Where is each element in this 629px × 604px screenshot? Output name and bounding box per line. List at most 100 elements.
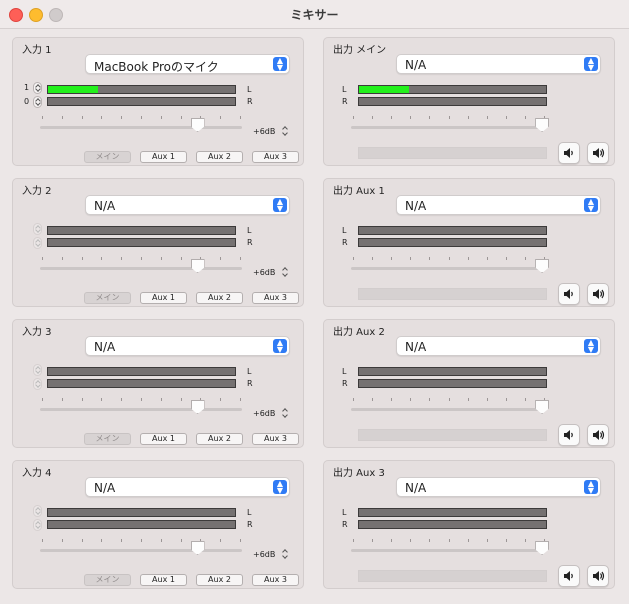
slider-tick [141, 539, 142, 542]
select-value: MacBook Proのマイク [94, 60, 219, 74]
slider-tick [524, 539, 526, 542]
slider-tick [429, 398, 431, 401]
level-meter-left [358, 226, 547, 235]
volume-slider-knob[interactable] [190, 259, 205, 273]
select-value: N/A [94, 481, 116, 495]
mute-button[interactable] [558, 283, 580, 305]
slider-tick [121, 257, 123, 260]
volume-slider-track[interactable] [351, 126, 546, 129]
output-panel-label: 出力 メイン [333, 45, 387, 56]
route-button[interactable]: Aux 1 [140, 151, 187, 163]
select-value: N/A [405, 481, 427, 495]
gain-stepper[interactable] [281, 125, 289, 137]
channel-stepper [33, 519, 42, 531]
slider-tick [524, 116, 526, 119]
slider-tick [61, 116, 63, 119]
input-device-select[interactable]: N/A ▲ ▼ [85, 477, 290, 497]
gain-stepper[interactable] [281, 407, 289, 419]
slider-tick [486, 539, 488, 542]
slider-tick [220, 257, 222, 260]
output-device-select[interactable]: N/A ▲ ▼ [396, 195, 601, 215]
volume-slider-track[interactable] [40, 267, 242, 270]
slider-tick [42, 539, 43, 542]
slider-tick [101, 116, 103, 119]
route-button[interactable]: Aux 3 [252, 292, 299, 304]
select-value: N/A [405, 58, 427, 72]
slider-tick [467, 539, 469, 542]
route-button[interactable]: Aux 1 [140, 292, 187, 304]
slider-tick [141, 398, 142, 401]
volume-slider-knob[interactable] [535, 118, 550, 132]
unmute-button[interactable] [587, 424, 609, 446]
channel-label-left: L [247, 367, 252, 376]
output-panel-1: 出力 メイン N/A ▲ ▼ L R [323, 37, 615, 166]
volume-slider-knob[interactable] [190, 541, 205, 555]
mute-button[interactable] [558, 142, 580, 164]
route-button[interactable]: Aux 3 [252, 574, 299, 586]
output-device-select[interactable]: N/A ▲ ▼ [396, 477, 601, 497]
volume-slider-knob[interactable] [535, 400, 550, 414]
volume-slider-knob[interactable] [190, 118, 205, 132]
output-volume-display [358, 429, 547, 441]
route-button[interactable]: Aux 1 [140, 574, 187, 586]
mute-button[interactable] [558, 565, 580, 587]
route-button[interactable]: Aux 2 [196, 292, 243, 304]
output-panel-label: 出力 Aux 1 [333, 186, 385, 197]
gain-stepper[interactable] [281, 548, 289, 560]
volume-slider-track[interactable] [40, 126, 242, 129]
level-meter-right [47, 238, 236, 247]
input-panel-3: 入力 3 N/A ▲ ▼ L R +6dB メイン Aux 1 Aux 2 Aux 3 [12, 319, 304, 448]
gain-stepper[interactable] [281, 266, 289, 278]
input-device-select[interactable]: N/A ▲ ▼ [85, 336, 290, 356]
slider-tick [467, 116, 469, 119]
gain-value: +6dB [253, 268, 276, 277]
input-device-select[interactable]: N/A ▲ ▼ [85, 195, 290, 215]
mute-button[interactable] [558, 424, 580, 446]
level-meter-right [47, 520, 236, 529]
volume-slider-knob[interactable] [190, 400, 205, 414]
route-button[interactable]: Aux 1 [140, 433, 187, 445]
slider-tick [372, 539, 374, 542]
slider-tick [81, 398, 83, 401]
slider-tick [505, 398, 507, 401]
volume-slider-knob[interactable] [535, 259, 550, 273]
output-device-select[interactable]: N/A ▲ ▼ [396, 54, 601, 74]
chevron-updown-icon: ▲ ▼ [273, 339, 287, 354]
chevron-updown-icon: ▲ ▼ [273, 57, 287, 72]
route-button[interactable]: Aux 3 [252, 433, 299, 445]
slider-tick [505, 539, 507, 542]
route-button[interactable]: Aux 2 [196, 433, 243, 445]
slider-tick [81, 539, 83, 542]
unmute-button[interactable] [587, 565, 609, 587]
level-meter-right [47, 97, 236, 106]
route-button[interactable]: Aux 2 [196, 151, 243, 163]
slider-tick [391, 116, 393, 119]
channel-label-right: R [247, 97, 253, 106]
volume-slider-track[interactable] [351, 267, 546, 270]
gain-value: +6dB [253, 550, 276, 559]
volume-slider-track[interactable] [351, 549, 546, 552]
slider-tick [524, 257, 526, 260]
slider-tick [220, 116, 222, 119]
route-button: メイン [84, 151, 131, 163]
channel-stepper[interactable] [33, 96, 42, 108]
route-button[interactable]: Aux 3 [252, 151, 299, 163]
channel-stepper[interactable] [33, 82, 42, 94]
level-meter-left [47, 367, 236, 376]
slider-tick [486, 116, 488, 119]
slider-tick [101, 539, 103, 542]
slider-tick [180, 539, 182, 542]
unmute-button[interactable] [587, 142, 609, 164]
output-device-select[interactable]: N/A ▲ ▼ [396, 336, 601, 356]
volume-slider-track[interactable] [40, 549, 242, 552]
output-volume-display [358, 147, 547, 159]
slider-tick [505, 257, 507, 260]
channel-stepper-value: 1 [24, 83, 30, 92]
input-device-select[interactable]: MacBook Proのマイク ▲ ▼ [85, 54, 290, 74]
slider-tick [372, 116, 374, 119]
volume-slider-knob[interactable] [535, 541, 550, 555]
volume-slider-track[interactable] [351, 408, 546, 411]
unmute-button[interactable] [587, 283, 609, 305]
route-button[interactable]: Aux 2 [196, 574, 243, 586]
volume-slider-track[interactable] [40, 408, 242, 411]
